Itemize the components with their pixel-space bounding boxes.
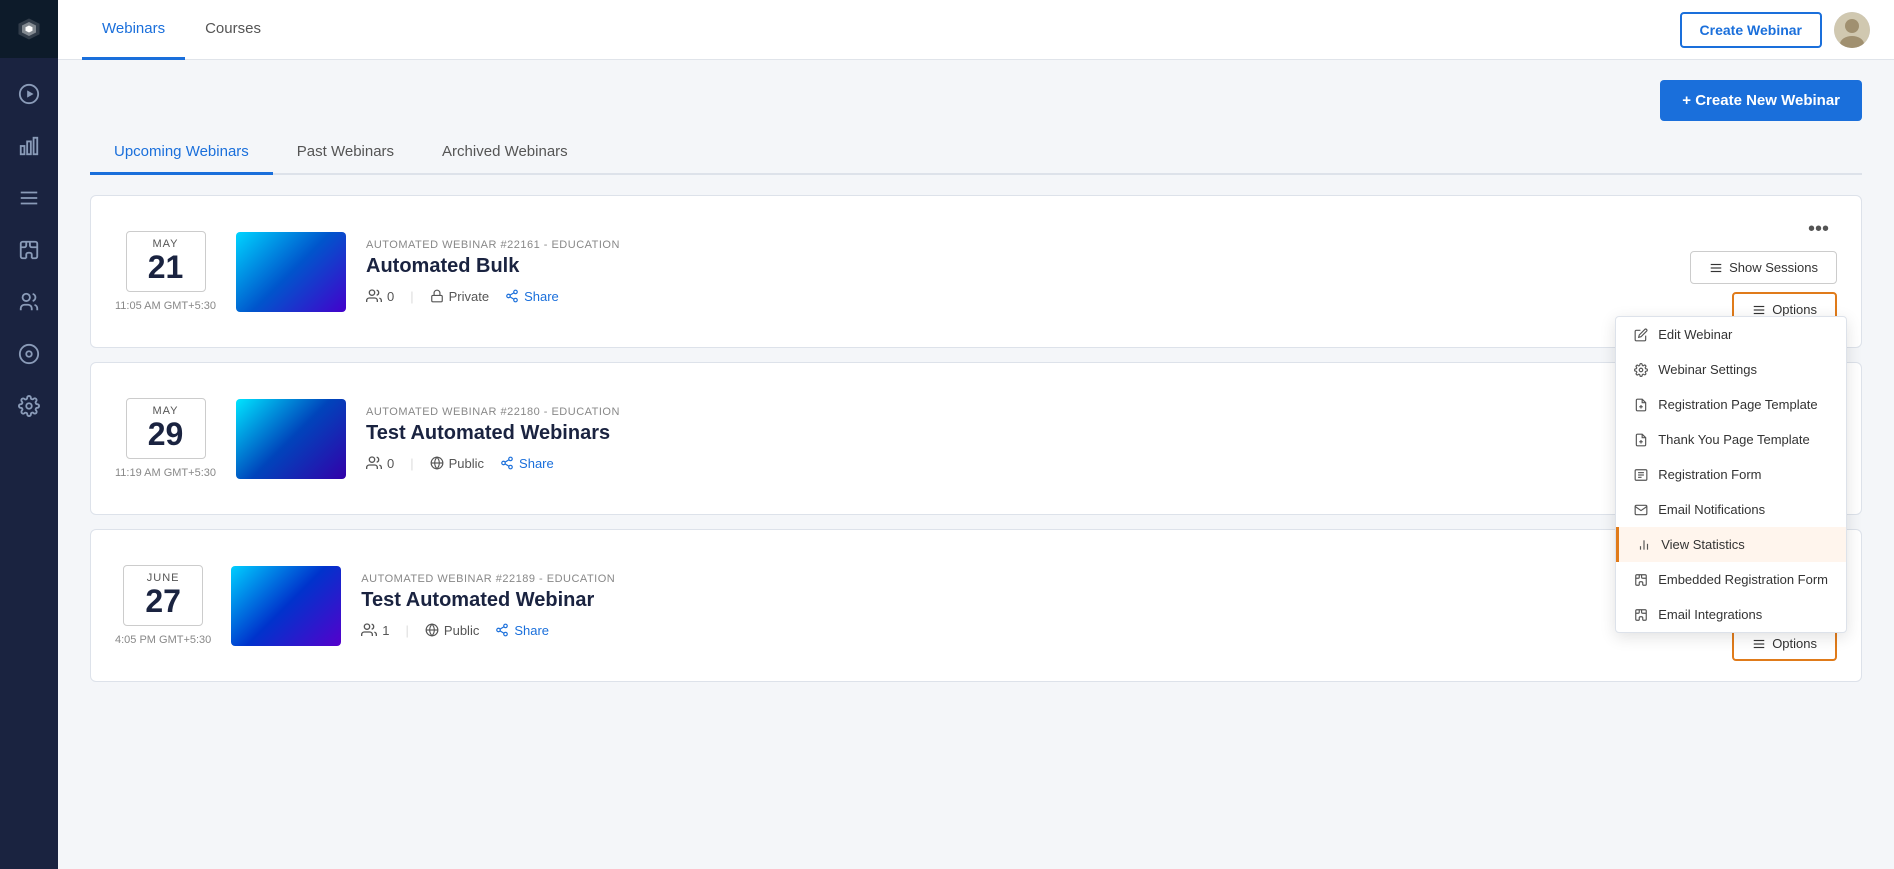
dropdown-view-stats-label: View Statistics xyxy=(1661,537,1745,552)
dropdown-menu-1: Edit Webinar Webinar Settings Registrati… xyxy=(1615,316,1847,633)
topnav-actions: Create Webinar xyxy=(1680,12,1870,48)
webinar-meta-3: AUTOMATED WEBINAR #22189 - EDUCATION xyxy=(361,573,1617,585)
webinar-info-1: AUTOMATED WEBINAR #22161 - EDUCATION Aut… xyxy=(366,239,1617,304)
dropdown-edit-webinar[interactable]: Edit Webinar xyxy=(1616,317,1846,352)
webinar-tags-2: 0 | Public Share xyxy=(366,455,1617,471)
share-link-1[interactable]: Share xyxy=(505,289,559,304)
attendees-tag-3: 1 xyxy=(361,622,389,638)
webinar-title-1: Automated Bulk xyxy=(366,255,1617,278)
webinar-thumb-3 xyxy=(231,566,341,646)
date-time-2: 11:19 AM GMT+5:30 xyxy=(115,467,216,479)
dropdown-thank-you-page-label: Thank You Page Template xyxy=(1658,432,1810,447)
share-label-1: Share xyxy=(524,289,559,304)
nav-list[interactable] xyxy=(0,172,58,224)
share-link-3[interactable]: Share xyxy=(495,623,549,638)
nav-play[interactable] xyxy=(0,68,58,120)
content-area: + Create New Webinar Upcoming Webinars P… xyxy=(58,60,1894,869)
dropdown-edit-webinar-label: Edit Webinar xyxy=(1658,327,1732,342)
dropdown-embedded-reg-form-label: Embedded Registration Form xyxy=(1658,572,1828,587)
card-actions-1: ••• Show Sessions Options Edit Webinar xyxy=(1637,216,1837,327)
dropdown-email-integrations-label: Email Integrations xyxy=(1658,607,1762,622)
webinar-card-3: JUNE 27 4:05 PM GMT+5:30 AUTOMATED WEBIN… xyxy=(90,529,1862,682)
options-label-3: Options xyxy=(1772,636,1817,651)
main-content: Webinars Courses Create Webinar + Create… xyxy=(58,0,1894,869)
dropdown-reg-form-label: Registration Form xyxy=(1658,467,1761,482)
nav-puzzle[interactable] xyxy=(0,224,58,276)
visibility-tag-2: Public xyxy=(430,456,484,471)
webinar-meta-1: AUTOMATED WEBINAR #22161 - EDUCATION xyxy=(366,239,1617,251)
date-time-3: 4:05 PM GMT+5:30 xyxy=(115,634,211,646)
topnav: Webinars Courses Create Webinar xyxy=(58,0,1894,60)
date-time-1: 11:05 AM GMT+5:30 xyxy=(115,300,216,312)
attendees-count-1: 0 xyxy=(387,289,394,304)
dropdown-thank-you-page-template[interactable]: Thank You Page Template xyxy=(1616,422,1846,457)
dropdown-email-notif-label: Email Notifications xyxy=(1658,502,1765,517)
dropdown-reg-page-label: Registration Page Template xyxy=(1658,397,1817,412)
avatar[interactable] xyxy=(1834,12,1870,48)
date-day-1: 21 xyxy=(131,250,201,285)
attendees-count-3: 1 xyxy=(382,623,389,638)
nav-chart[interactable] xyxy=(0,120,58,172)
webinar-tags-3: 1 | Public Share xyxy=(361,622,1617,638)
share-label-3: Share xyxy=(514,623,549,638)
webinar-thumb-2 xyxy=(236,399,346,479)
create-webinar-button[interactable]: Create Webinar xyxy=(1680,12,1822,48)
webinar-tabs: Upcoming Webinars Past Webinars Archived… xyxy=(90,133,1862,175)
date-day-2: 29 xyxy=(131,417,201,452)
dropdown-registration-page-template[interactable]: Registration Page Template xyxy=(1616,387,1846,422)
date-day-3: 27 xyxy=(128,584,198,619)
logo[interactable] xyxy=(0,0,58,58)
date-badge-2: MAY 29 xyxy=(126,398,206,459)
visibility-label-3: Public xyxy=(444,623,479,638)
date-badge-1: MAY 21 xyxy=(126,231,206,292)
visibility-label-1: Private xyxy=(449,289,489,304)
visibility-label-2: Public xyxy=(449,456,484,471)
options-label-1: Options xyxy=(1772,302,1817,317)
show-sessions-button-1[interactable]: Show Sessions xyxy=(1690,251,1837,284)
nav-settings[interactable] xyxy=(0,380,58,432)
attendees-count-2: 0 xyxy=(387,456,394,471)
webinar-info-3: AUTOMATED WEBINAR #22189 - EDUCATION Tes… xyxy=(361,573,1617,638)
tab-courses[interactable]: Courses xyxy=(185,0,281,60)
webinar-info-2: AUTOMATED WEBINAR #22180 - EDUCATION Tes… xyxy=(366,406,1617,471)
dropdown-email-notifications[interactable]: Email Notifications xyxy=(1616,492,1846,527)
nav-circle-settings[interactable] xyxy=(0,328,58,380)
show-sessions-label-1: Show Sessions xyxy=(1729,260,1818,275)
visibility-tag-3: Public xyxy=(425,623,479,638)
webinar-meta-2: AUTOMATED WEBINAR #22180 - EDUCATION xyxy=(366,406,1617,418)
tab-upcoming-webinars[interactable]: Upcoming Webinars xyxy=(90,133,273,175)
sidebar xyxy=(0,0,58,869)
topnav-tabs: Webinars Courses xyxy=(82,0,1680,60)
create-new-webinar-button[interactable]: + Create New Webinar xyxy=(1660,80,1862,121)
date-badge-3: JUNE 27 xyxy=(123,565,203,626)
webinar-thumb-1 xyxy=(236,232,346,312)
share-label-2: Share xyxy=(519,456,554,471)
tab-past-webinars[interactable]: Past Webinars xyxy=(273,133,418,175)
visibility-tag-1: Private xyxy=(430,289,489,304)
dropdown-view-statistics[interactable]: View Statistics xyxy=(1616,527,1846,562)
nav-users[interactable] xyxy=(0,276,58,328)
dropdown-email-integrations[interactable]: Email Integrations xyxy=(1616,597,1846,632)
webinar-title-3: Test Automated Webinar xyxy=(361,589,1617,612)
dropdown-registration-form[interactable]: Registration Form xyxy=(1616,457,1846,492)
dropdown-webinar-settings[interactable]: Webinar Settings xyxy=(1616,352,1846,387)
webinar-card-1: MAY 21 11:05 AM GMT+5:30 AUTOMATED WEBIN… xyxy=(90,195,1862,348)
attendees-tag-1: 0 xyxy=(366,288,394,304)
tab-archived-webinars[interactable]: Archived Webinars xyxy=(418,133,592,175)
webinar-card-2: MAY 29 11:19 AM GMT+5:30 AUTOMATED WEBIN… xyxy=(90,362,1862,515)
dropdown-webinar-settings-label: Webinar Settings xyxy=(1658,362,1757,377)
tab-webinars[interactable]: Webinars xyxy=(82,0,185,60)
share-link-2[interactable]: Share xyxy=(500,456,554,471)
attendees-tag-2: 0 xyxy=(366,455,394,471)
webinar-tags-1: 0 | Private Share xyxy=(366,288,1617,304)
webinar-title-2: Test Automated Webinars xyxy=(366,422,1617,445)
create-new-row: + Create New Webinar xyxy=(90,60,1862,133)
more-options-button-1[interactable]: ••• xyxy=(1800,216,1837,243)
dropdown-embedded-reg-form[interactable]: Embedded Registration Form xyxy=(1616,562,1846,597)
